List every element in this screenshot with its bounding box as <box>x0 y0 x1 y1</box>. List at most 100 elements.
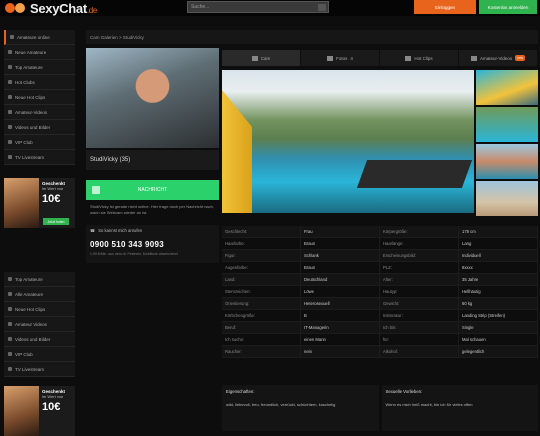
login-button[interactable]: Einloggen <box>414 0 476 14</box>
nav-icon <box>8 155 12 159</box>
promo-sub: im Wert von <box>42 186 64 191</box>
tab-3[interactable]: Amateur-Videos neu <box>459 50 538 66</box>
offline-note: StudiVicky ist gerade nicht online. Hier… <box>90 204 214 215</box>
message-button-label: NACHRICHT <box>137 187 168 193</box>
detail-key: Geschlecht: <box>222 226 301 237</box>
logo-mark-icon <box>4 2 28 14</box>
search-icon[interactable] <box>318 4 326 11</box>
promo-photo <box>4 178 39 228</box>
sidebar-item[interactable]: Hot Clubs <box>4 75 75 90</box>
tab-0[interactable]: Cam <box>222 50 301 66</box>
sidebar-item-label: Top Amateure <box>15 276 43 282</box>
characteristics-heading: Eigenschaften: <box>226 389 255 394</box>
detail-key: PLZ: <box>380 262 459 273</box>
promo-sub: im Wert von <box>42 394 64 399</box>
phone-label: So kannst mich anrufen <box>98 228 143 233</box>
detail-row: Sternzeichen: Löwe Hautyp: Hellhäutig <box>222 286 538 298</box>
umbrella-shape <box>222 90 252 213</box>
search-input[interactable]: Suche... <box>187 1 329 13</box>
lounger-shape <box>356 160 473 188</box>
detail-key: Raucher: <box>222 346 301 357</box>
detail-key: Körpergröße: <box>380 226 459 237</box>
profile-photo[interactable] <box>86 48 219 148</box>
gallery-thumb[interactable] <box>476 181 538 216</box>
nav-icon <box>8 367 12 371</box>
nav-icon <box>8 337 12 341</box>
sidebar-item[interactable]: Neue Hot Clips <box>4 302 75 317</box>
promo-amount: 10€ <box>42 193 61 205</box>
sidebar-item[interactable]: Videos und Bilder <box>4 332 75 347</box>
gallery-main-image[interactable] <box>222 70 474 213</box>
tab-icon <box>470 55 477 61</box>
sidebar-item[interactable]: Videos und Bilder <box>4 120 75 135</box>
promo-button[interactable]: Jetzt holen <box>43 218 69 225</box>
sidebar-item[interactable]: TV Livestream <box>4 362 75 377</box>
sidebar-item[interactable]: Alle Amateure <box>4 287 75 302</box>
search-placeholder: Suche... <box>191 4 210 10</box>
sidebar-item-label: Hot Clubs <box>15 79 35 85</box>
detail-row: Körbchengröße: B Intimrasur: Landing Strip … <box>222 310 538 322</box>
detail-key: Augenfarbe: <box>222 262 301 273</box>
detail-value: Mal schauen <box>459 334 538 345</box>
gallery-thumb[interactable] <box>476 107 538 142</box>
chat-icon <box>92 186 100 194</box>
sidebar-item-label: Neue Amateure <box>15 49 47 55</box>
sidebar-item-label: Neue Hot Clips <box>15 94 46 100</box>
detail-key: Land: <box>222 274 301 285</box>
sidebar-item[interactable]: Neue Hot Clips <box>4 90 75 105</box>
tab-2[interactable]: Hot Clips <box>380 50 459 66</box>
sidebar-item[interactable]: TV Livestream <box>4 150 75 165</box>
nav-icon <box>8 352 12 356</box>
brand-name: SexyChat <box>30 0 87 16</box>
detail-row: Haarfarbe: Braun Haarlänge: Lang <box>222 238 538 250</box>
sidebar-item[interactable]: Top Amateure <box>4 272 75 287</box>
detail-value: Löwe <box>301 286 380 297</box>
sidebar-item[interactable]: VIP Club <box>4 135 75 150</box>
detail-value: 60 kg <box>459 298 538 309</box>
promo-card[interactable]: Geschenkt im Wert von 10€ Jetzt holen <box>4 178 75 228</box>
detail-value: einen Mann <box>301 334 380 345</box>
detail-key: Beruf: <box>222 322 301 333</box>
tab-label: Amateur-Videos <box>479 55 513 61</box>
logo[interactable]: SexyChat.de <box>4 0 97 16</box>
sexual-heading: Sexuelle Vorlieben: <box>385 389 423 394</box>
tab-1[interactable]: Fotos 4 <box>301 50 380 66</box>
profile-details-table: Geschlecht: Frau Körpergröße: 178 cm Haarfar… <box>222 226 538 358</box>
sidebar-item-label: VIP Club <box>15 351 33 357</box>
gallery-thumb[interactable] <box>476 70 538 105</box>
sidebar-item[interactable]: Amateure online <box>4 30 75 45</box>
sidebar-item-label: TV Livestream <box>15 154 45 160</box>
promo-photo <box>4 386 39 436</box>
nav-icon <box>8 80 12 84</box>
sidebar-item-label: Amateur Videos <box>15 321 47 327</box>
sidebar-item-label: TV Livestream <box>15 366 45 372</box>
characteristics-body: wild, liebevoll, treu, freundlich, verrü… <box>226 402 336 407</box>
phone-icon: ☎ <box>90 228 96 233</box>
gallery-thumb[interactable] <box>476 144 538 179</box>
promo-card-2[interactable]: Geschenkt im Wert von 10€ <box>4 386 75 436</box>
register-button[interactable]: Kostenlos anmelden <box>479 0 537 14</box>
detail-key: Gewicht: <box>380 298 459 309</box>
sidebar-item[interactable]: Top Amateure <box>4 60 75 75</box>
detail-value: gelegentlich <box>459 346 538 357</box>
phone-number[interactable]: 0900 510 343 9093 <box>90 240 215 249</box>
promo-amount: 10€ <box>42 401 61 413</box>
detail-value: Hellhäutig <box>459 286 538 297</box>
detail-value: B <box>301 310 380 321</box>
tab-label: Fotos <box>336 55 348 61</box>
detail-row: Beruf: IT-Managerin Ich bin: Single <box>222 322 538 334</box>
sidebar-item[interactable]: Amateur Videos <box>4 317 75 332</box>
message-button[interactable]: NACHRICHT <box>86 180 219 200</box>
sidebar-primary: Amateure online Neue Amateure Top Amateure… <box>4 30 75 165</box>
detail-value: Single <box>459 322 538 333</box>
sidebar-item[interactable]: Neue Amateure <box>4 45 75 60</box>
detail-row: Figur: Schlank Erscheinungsbild: Individuel… <box>222 250 538 262</box>
detail-value: Deutschland <box>301 274 380 285</box>
tab-label: Cam <box>260 55 271 61</box>
detail-key: Haarlänge: <box>380 238 459 249</box>
sidebar-item[interactable]: Amateur-Videos <box>4 105 75 120</box>
breadcrumb[interactable]: Cam Galerien > StudiVicky <box>86 30 538 44</box>
nav-icon <box>8 65 12 69</box>
sidebar-item[interactable]: VIP Club <box>4 347 75 362</box>
sidebar-item-label: Amateure online <box>17 34 50 40</box>
